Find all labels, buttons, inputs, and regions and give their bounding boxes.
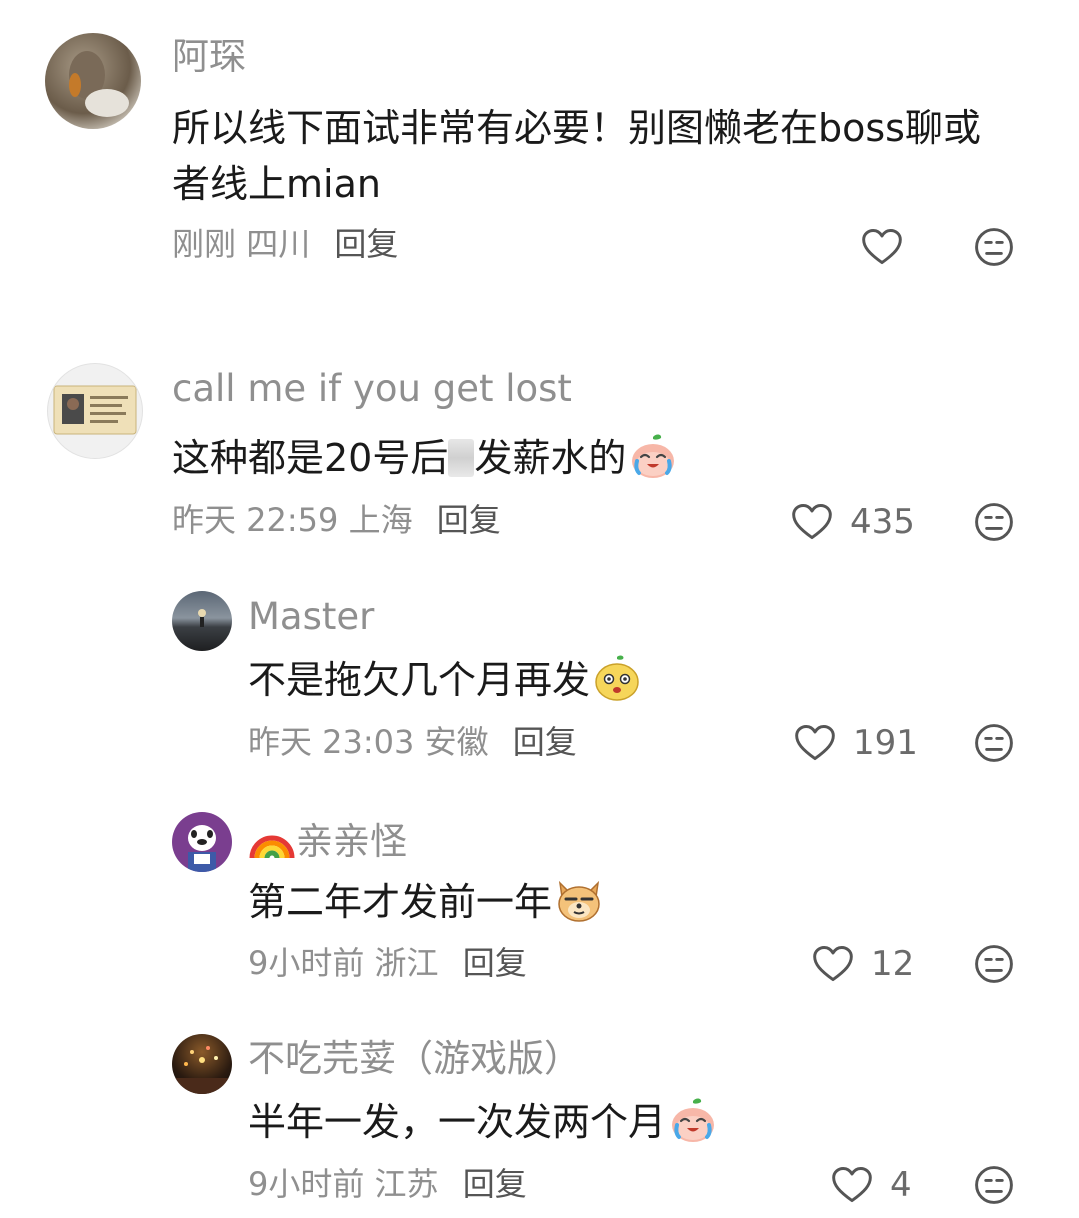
dislike-button[interactable] [972, 225, 1016, 273]
avatar[interactable] [172, 1034, 232, 1094]
comment-meta: 9小时前 江苏 回复 [248, 1168, 527, 1200]
like-button[interactable] [860, 225, 904, 269]
commenter-name[interactable]: 不吃芫荽（游戏版） [248, 1040, 581, 1077]
like-button[interactable]: 12 [811, 942, 914, 986]
comment-time: 刚刚 [172, 225, 237, 263]
commenter-name[interactable]: Master [248, 598, 374, 635]
comment-text-part: 不是拖欠几个月再发 [248, 658, 591, 702]
like-button[interactable]: 191 [793, 721, 918, 765]
like-button[interactable]: 4 [830, 1163, 912, 1207]
heart-icon [830, 1163, 874, 1207]
heart-icon [860, 225, 904, 269]
shocked-face-emoji [592, 653, 642, 703]
reply-button[interactable]: 回复 [334, 225, 398, 263]
comment-text: 半年一发，一次发两个月 [248, 1094, 1008, 1150]
dislike-button[interactable] [972, 1163, 1016, 1211]
comment-location: 浙江 [374, 944, 439, 982]
dislike-button[interactable] [972, 500, 1016, 548]
avatar[interactable] [47, 363, 143, 459]
commenter-name[interactable]: 亲亲怪 [248, 818, 407, 860]
like-button[interactable]: 435 [790, 500, 915, 544]
heart-icon [790, 500, 834, 544]
comment-time: 昨天 23:03 [248, 723, 415, 761]
avatar[interactable] [172, 812, 232, 872]
comment-meta: 昨天 22:59 上海 回复 [172, 504, 501, 536]
crying-peach-emoji [668, 1095, 718, 1145]
comment-meta: 9小时前 浙江 回复 [248, 947, 527, 979]
like-count: 191 [853, 723, 918, 763]
comment-meta: 昨天 23:03 安徽 回复 [248, 726, 577, 758]
neutral-face-icon [972, 500, 1016, 544]
reply-button[interactable]: 回复 [513, 723, 577, 761]
crying-peach-emoji [628, 431, 678, 481]
smug-doge-emoji [554, 875, 604, 925]
fireworks-image [172, 1046, 232, 1094]
comment-text-part: 半年一发，一次发两个月 [248, 1100, 667, 1144]
comment-time: 9小时前 [248, 944, 365, 982]
comment-text: 不是拖欠几个月再发 [248, 652, 1008, 708]
comment-location: 四川 [246, 225, 311, 263]
rainbow-emoji [249, 835, 295, 859]
dislike-button[interactable] [972, 942, 1016, 990]
heart-icon [811, 942, 855, 986]
comment-text-part: 发薪水的 [474, 436, 627, 480]
like-count: 4 [890, 1165, 912, 1205]
cat-image [69, 51, 129, 117]
like-count: 12 [871, 944, 915, 984]
neutral-face-icon [972, 721, 1016, 765]
avatar[interactable] [172, 591, 232, 651]
reply-button[interactable]: 回复 [437, 501, 501, 539]
neutral-face-icon [972, 942, 1016, 986]
comment-text: 所以线下面试非常有必要！别图懒老在boss聊或者线上mian [172, 106, 981, 206]
redaction-mark [448, 439, 475, 477]
comment-text-part: 这种都是20号后 [172, 436, 449, 480]
landscape-image [198, 609, 206, 627]
dislike-button[interactable] [972, 721, 1016, 769]
reply-button[interactable]: 回复 [463, 1165, 527, 1203]
heart-icon [793, 721, 837, 765]
commenter-name-text: 亲亲怪 [296, 820, 407, 863]
comment-location: 安徽 [424, 723, 489, 761]
comment-time: 昨天 22:59 [172, 501, 339, 539]
commenter-name[interactable]: call me if you get lost [172, 370, 572, 407]
neutral-face-icon [972, 225, 1016, 269]
comment-text: 这种都是20号后 发薪水的 [172, 430, 1012, 486]
comment-location: 江苏 [374, 1165, 439, 1203]
comment-time: 9小时前 [248, 1165, 365, 1203]
avatar[interactable] [45, 33, 141, 129]
commenter-name[interactable]: 阿琛 [172, 38, 246, 75]
comment-meta: 刚刚 四川 回复 [172, 228, 398, 260]
comment-text-part: 第二年才发前一年 [248, 880, 553, 924]
comment-location: 上海 [348, 501, 413, 539]
cartoon-dog-image [188, 825, 216, 872]
id-card-image [53, 385, 137, 435]
like-count: 435 [850, 502, 915, 542]
neutral-face-icon [972, 1163, 1016, 1207]
reply-button[interactable]: 回复 [463, 944, 527, 982]
comment-text: 第二年才发前一年 [248, 874, 1008, 930]
